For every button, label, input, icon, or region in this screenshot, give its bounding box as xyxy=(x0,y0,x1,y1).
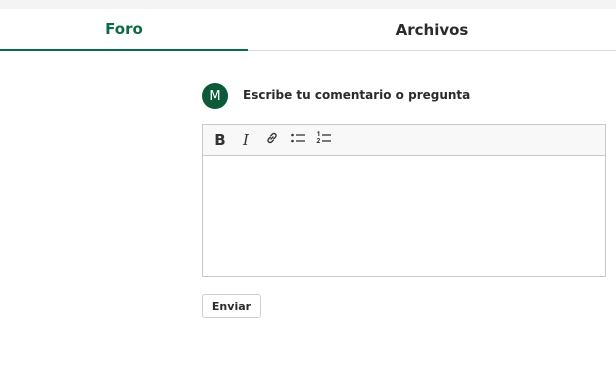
bold-button[interactable]: B xyxy=(207,127,233,153)
top-strip xyxy=(0,0,616,9)
link-button[interactable] xyxy=(259,127,285,153)
comment-prompt: Escribe tu comentario o pregunta xyxy=(243,88,471,102)
editor-toolbar: B I xyxy=(203,125,605,156)
numbered-list-button[interactable] xyxy=(311,127,337,153)
italic-button[interactable]: I xyxy=(233,127,259,153)
numbered-list-icon xyxy=(316,130,332,150)
tab-foro[interactable]: Foro xyxy=(0,9,248,51)
tab-archivos[interactable]: Archivos xyxy=(248,9,616,51)
comment-textarea[interactable] xyxy=(203,156,605,276)
bulleted-list-button[interactable] xyxy=(285,127,311,153)
avatar-initial: M xyxy=(209,88,221,104)
avatar: M xyxy=(202,83,228,109)
comment-editor: B I xyxy=(202,124,606,277)
bulleted-list-icon xyxy=(290,131,306,150)
send-button[interactable]: Enviar xyxy=(202,294,261,318)
link-icon xyxy=(265,131,279,150)
tab-bar: Foro Archivos xyxy=(0,9,616,51)
